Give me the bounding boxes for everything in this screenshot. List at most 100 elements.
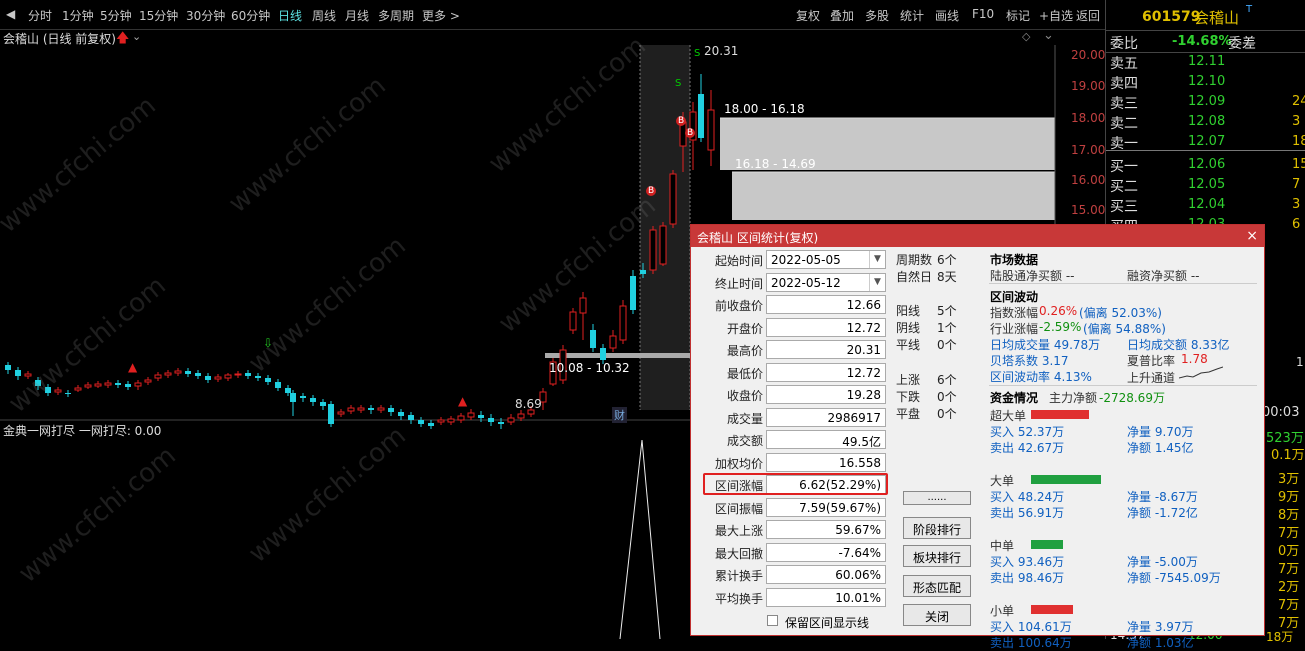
order-level-row[interactable]: 卖一 12.07 18 xyxy=(1106,132,1305,152)
period-tab-fenshi[interactable]: 分时 xyxy=(28,7,52,24)
order-level-row[interactable]: 卖五 12.11 xyxy=(1106,52,1305,72)
price-tick: 19.00 xyxy=(1071,79,1105,93)
capital-head: 资金情况 xyxy=(990,391,1039,405)
period-tab-1min[interactable]: 1分钟 xyxy=(62,7,94,24)
candle-body xyxy=(507,417,515,423)
field-value-text: 49.5亿 xyxy=(842,435,881,449)
index-value: 0.26% xyxy=(1039,304,1078,318)
close-icon[interactable]: × xyxy=(1246,228,1258,244)
sell-signal-icon: S xyxy=(675,78,682,89)
period-tab-30min[interactable]: 30分钟 xyxy=(186,7,225,24)
field-label: 成交额 xyxy=(726,434,763,448)
candle-body xyxy=(125,384,131,387)
order-level-row[interactable]: 卖三 12.09 24 xyxy=(1106,92,1305,112)
quote-fragment: 3万 xyxy=(1278,472,1300,487)
candle-body xyxy=(698,94,704,138)
period-tab-more[interactable]: 更多 > xyxy=(422,7,460,24)
order-level-row[interactable]: 买二 12.05 7 xyxy=(1106,175,1305,195)
finance-marker[interactable]: 财 xyxy=(612,407,627,423)
close-button[interactable]: 关闭 xyxy=(903,604,971,626)
lgt-net: 陆股通净买额 -- xyxy=(990,269,1075,283)
tool-back[interactable]: 返回 xyxy=(1076,7,1100,24)
back-arrow-icon[interactable]: ◀ xyxy=(6,7,15,21)
dialog-title: 会稽山 区间统计(复权) xyxy=(697,231,819,245)
tool-add-watchlist[interactable]: +自选 xyxy=(1039,7,1073,24)
candle-body xyxy=(154,374,162,379)
order-level-row[interactable]: 买三 12.04 3 xyxy=(1106,195,1305,215)
count-label: 自然日 xyxy=(896,270,933,284)
tool-overlay[interactable]: 叠加 xyxy=(830,7,854,24)
main-net-value: -2728.69万 xyxy=(1099,391,1165,405)
field-value: 16.558 xyxy=(766,452,886,472)
channel-label: 上升通道 xyxy=(1127,371,1176,385)
tool-f10[interactable]: F10 xyxy=(972,7,994,21)
tool-mark[interactable]: 标记 xyxy=(1006,7,1030,24)
candle-body xyxy=(134,382,142,387)
indicator-title[interactable]: 金典一网打尽 一网打尽: 0.00 xyxy=(3,422,161,439)
count-label: 阴线 xyxy=(896,321,921,335)
field-label: 起始时间 xyxy=(714,254,763,268)
date-select[interactable]: 2022-05-12 ▼ xyxy=(766,272,886,292)
quote-fragment: 7万 xyxy=(1278,526,1300,541)
period-tab-weekly[interactable]: 周线 xyxy=(312,7,336,24)
chevron-down-icon[interactable]: ▼ xyxy=(869,273,885,291)
tool-multistock[interactable]: 多股 xyxy=(865,7,889,24)
order-level-row[interactable]: 卖二 12.08 3 xyxy=(1106,112,1305,132)
period-tab-60min[interactable]: 60分钟 xyxy=(231,7,270,24)
tool-stats[interactable]: 统计 xyxy=(900,7,924,24)
sell-volume: 卖出 56.91万 xyxy=(990,506,1065,520)
field-label: 最大回撤 xyxy=(714,546,763,561)
level-price: 12.11 xyxy=(1188,54,1226,69)
quote-fragment: 2万 xyxy=(1278,580,1300,595)
tool-draw[interactable]: 画线 xyxy=(935,7,959,24)
candle-body xyxy=(478,415,484,418)
keep-line-checkbox[interactable] xyxy=(767,615,778,626)
candle-body xyxy=(368,408,374,410)
level-price: 12.06 xyxy=(1188,157,1226,172)
date-select[interactable]: 2022-05-05 ▼ xyxy=(766,250,886,269)
quote-fragment: 0.1万 xyxy=(1271,448,1305,463)
up-arrow-icon: ▲ xyxy=(128,360,138,374)
stage-rank-button[interactable]: 阶段排行 xyxy=(903,517,971,539)
net-amount: 净额 -1.72亿 xyxy=(1127,506,1198,520)
period-tab-15min[interactable]: 15分钟 xyxy=(139,7,178,24)
indicator-spike xyxy=(619,439,661,639)
quote-fragment: 00:03 xyxy=(1262,405,1300,420)
period-tab-5min[interactable]: 5分钟 xyxy=(100,7,132,24)
field-value: 12.72 xyxy=(766,317,886,337)
field-value-text: -7.64% xyxy=(838,545,881,560)
buy-volume: 买入 48.24万 xyxy=(990,490,1065,504)
field-value: 20.31 xyxy=(766,340,886,359)
quote-fragment: 0万 xyxy=(1278,544,1300,559)
index-deviation: (偏离 52.03%) xyxy=(1079,306,1162,320)
info-icon[interactable]: T xyxy=(1246,4,1252,15)
price-tick: 18.00 xyxy=(1071,111,1105,125)
dialog-title-bar[interactable]: 会稽山 区间统计(复权) xyxy=(691,225,1264,247)
period-tab-daily[interactable]: 日线 xyxy=(278,7,302,24)
candle-body xyxy=(164,372,172,376)
tool-fuquan[interactable]: 复权 xyxy=(796,7,820,24)
period-tab-monthly[interactable]: 月线 xyxy=(345,7,369,24)
order-size-bar xyxy=(1031,410,1089,419)
interval-stats-dialog: 会稽山 区间统计(复权) × 起始时间 2022-05-05 ▼ 终止时间 2022-0… xyxy=(690,224,1265,650)
interval-volatility: 区间波动率 4.13% xyxy=(990,370,1092,384)
diff-label: 委差 xyxy=(1228,36,1256,52)
order-level-row[interactable]: 卖四 12.10 xyxy=(1106,72,1305,92)
field-value: -7.64% xyxy=(766,542,886,562)
chevron-down-icon[interactable]: ▼ xyxy=(869,251,885,268)
candle-body xyxy=(144,379,152,383)
order-level-row[interactable]: 买一 12.06 15 xyxy=(1106,155,1305,175)
field-value-text: 59.67% xyxy=(835,523,881,537)
candle-body xyxy=(214,376,222,380)
field-value: 2986917 xyxy=(766,407,886,427)
more-button[interactable]: ...... xyxy=(903,491,971,505)
count-label: 下跌 xyxy=(896,390,921,404)
sector-rank-button[interactable]: 板块排行 xyxy=(903,545,971,567)
pattern-match-button[interactable]: 形态匹配 xyxy=(903,575,971,597)
field-label: 开盘价 xyxy=(726,321,763,336)
candle-body xyxy=(347,407,355,412)
period-tab-multi[interactable]: 多周期 xyxy=(378,7,414,24)
high-price-label: 20.31 xyxy=(704,44,739,58)
stock-name: 会稽山 xyxy=(1194,9,1240,27)
candle-body xyxy=(640,270,646,274)
